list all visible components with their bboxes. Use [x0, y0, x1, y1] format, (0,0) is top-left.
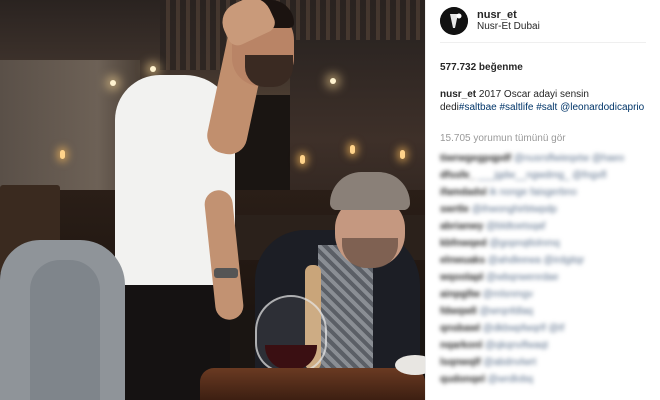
comment-username[interactable]: nqarkonl — [440, 340, 482, 351]
photo-lamp — [400, 150, 405, 159]
comment-text: @bldtoetsqaf — [486, 221, 546, 232]
comment-item: dfssfe_ ___jgdw__ngwdmg_ @fngxfl — [440, 170, 645, 182]
comment-text: @ihwonghirbtwpdp — [471, 204, 557, 215]
hashtag-link[interactable]: #saltbae — [459, 102, 497, 113]
chef-watch — [214, 268, 238, 278]
post-location[interactable]: Nusr-Et Dubai — [477, 21, 540, 33]
comment-item: fdwqwll @wrqnfdlaq — [440, 306, 645, 318]
photo-lamp — [350, 145, 355, 154]
comment-username[interactable]: fdwqwll — [440, 306, 477, 317]
guest-left-shade — [30, 260, 100, 400]
caption-username[interactable]: nusr_et — [440, 89, 476, 100]
nusret-logo-icon — [440, 7, 468, 35]
comment-item: ainpgllw @mlsnmgv — [440, 289, 645, 301]
comment-text: @qkqnvlfwaqt — [485, 340, 548, 351]
comment-username[interactable]: ifamdadsl — [440, 187, 487, 198]
comment-text: @mlsnmgv — [482, 289, 533, 300]
comment-username[interactable]: wqoolapl — [440, 272, 483, 283]
hashtag-link[interactable]: #saltlife — [500, 102, 534, 113]
post-photo[interactable] — [0, 0, 425, 400]
comment-item: nqarkonl @qkqnvlfwaqt — [440, 340, 645, 352]
comment-text: @gopnqtlolnmq — [489, 238, 560, 249]
comment-text: @wbqnwenrdae — [486, 272, 559, 283]
mention-link[interactable]: @leonardodicaprio — [560, 102, 644, 113]
comment-text: ik nonge faisgerbno — [489, 187, 577, 198]
comment-username[interactable]: kbfnwqed — [440, 238, 487, 249]
comment-text: @wrqnfdlaq — [479, 306, 533, 317]
comment-item: elnwuaks @ahdleewa @irdgitqr — [440, 255, 645, 267]
comment-text: ___jgdw__ngwdmg_ @fngxfl — [477, 170, 607, 181]
photo-lamp — [60, 150, 65, 159]
comment-text: @wrdlobq — [487, 374, 533, 385]
steak-on-table — [200, 368, 425, 400]
comment-text: @nusrsflwieqxtw @haeo — [513, 153, 625, 164]
post-username[interactable]: nusr_et — [477, 9, 540, 21]
comment-username[interactable]: tiwrwgegpqpdf — [440, 153, 511, 164]
photo-ceiling-light — [110, 80, 116, 86]
view-all-comments-link[interactable]: 15.705 yorumun tümünü gör — [440, 133, 566, 144]
comment-username[interactable]: elnwuaks — [440, 255, 485, 266]
instagram-post: nusr_et Nusr-Et Dubai 577.732 beğenme nu… — [0, 0, 660, 400]
comment-item: ifamdadsl ik nonge faisgerbno — [440, 187, 645, 199]
comment-item: qudonqel @wrdlobq — [440, 374, 645, 386]
photo-ceiling-light — [150, 66, 156, 72]
comment-item: wqoolapl @wbqnwenrdae — [440, 272, 645, 284]
comment-item: tiwrwgegpqpdf @nusrsflwieqxtw @haeo — [440, 153, 645, 165]
comment-item: qnsbawl @dkbwpfwqrlf @tf — [440, 323, 645, 335]
comment-username[interactable]: abrianwy — [440, 221, 483, 232]
header-divider — [440, 42, 646, 43]
chef-beard — [245, 55, 293, 87]
comment-text: @ahdleewa @irdgitqr — [487, 255, 585, 266]
comment-text: @abdnvlwrt — [483, 357, 537, 368]
comment-text: @dkbwpfwqrlf @tf — [482, 323, 565, 334]
likes-count[interactable]: 577.732 beğenme — [440, 62, 523, 73]
comment-item: abrianwy @bldtoetsqaf — [440, 221, 645, 233]
photo-ceiling-light — [330, 78, 336, 84]
comment-username[interactable]: dfssfe_ — [440, 170, 475, 181]
hashtag-link[interactable]: #salt — [536, 102, 557, 113]
comment-username[interactable]: lsqnwqlf — [440, 357, 481, 368]
comment-username[interactable]: qudonqel — [440, 374, 485, 385]
comment-item: kbfnwqed @gopnqtlolnmq — [440, 238, 645, 250]
photo-lamp — [300, 155, 305, 164]
comment-username[interactable]: swrtle — [440, 204, 469, 215]
post-header: nusr_et Nusr-Et Dubai — [426, 0, 660, 42]
comment-username[interactable]: ainpgllw — [440, 289, 480, 300]
post-sidebar: nusr_et Nusr-Et Dubai 577.732 beğenme nu… — [425, 0, 660, 400]
comment-username[interactable]: qnsbawl — [440, 323, 480, 334]
post-caption: nusr_et 2017 Oscar adayi sensin dedi#sal… — [440, 88, 645, 114]
comment-item: lsqnwqlf @abdnvlwrt — [440, 357, 645, 369]
profile-avatar[interactable] — [440, 7, 468, 35]
comment-item: swrtle @ihwonghirbtwpdp — [440, 204, 645, 216]
